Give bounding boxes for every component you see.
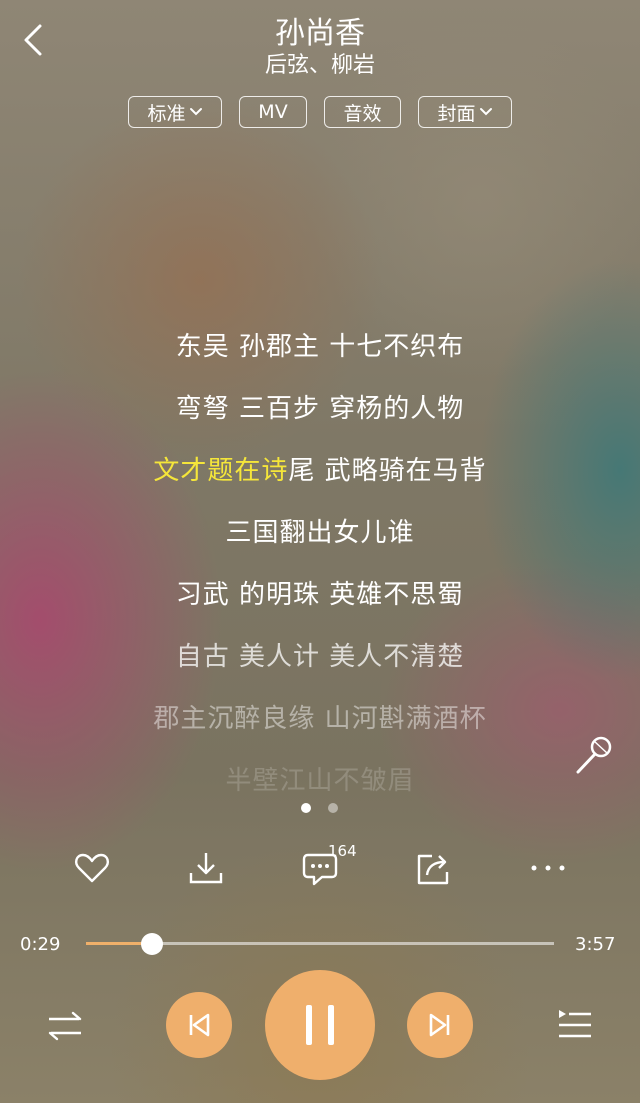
lyric-line[interactable]: 三国翻出女儿谁 [0,512,640,549]
share-button[interactable] [414,848,454,888]
more-button[interactable] [528,848,568,888]
share-icon [417,854,449,885]
download-icon [189,853,223,884]
next-icon [429,1013,450,1037]
total-time: 3:57 [575,934,616,955]
previous-icon [189,1013,210,1037]
karaoke-button[interactable] [570,734,616,780]
mv-label: MV [258,101,288,123]
lyric-line[interactable]: 郡主沉醉良缘 山河斟满酒杯 [0,698,640,735]
sound-effect-button[interactable]: 音效 [324,96,401,128]
pause-icon [306,1005,334,1045]
lyric-line[interactable]: 自古 美人计 美人不清楚 [0,636,640,673]
cover-selector[interactable]: 封面 [418,96,512,128]
comment-count: 164 [328,842,357,860]
song-title: 孙尚香 [275,16,365,51]
chevron-down-icon [189,108,202,116]
lyric-sung-part: 文才题在诗 [153,456,289,486]
lyric-line[interactable]: 习武 的明珠 英雄不思蜀 [0,574,640,611]
microphone-icon [576,736,612,774]
download-button[interactable] [186,848,226,888]
song-artist: 后弦、柳岩 [264,53,375,78]
pause-button[interactable] [265,970,375,1080]
shuffle-icon [48,1011,82,1041]
page-indicator[interactable] [328,803,338,813]
quality-selector[interactable]: 标准 [128,96,222,128]
lyric-line[interactable]: 半壁江山不皱眉 [0,760,640,797]
more-icon [531,865,565,871]
previous-button[interactable] [166,992,232,1058]
progress-knob[interactable] [140,933,163,955]
cover-label: 封面 [437,102,476,125]
lyric-line[interactable]: 弯弩 三百步 穿杨的人物 [0,388,640,425]
current-time: 0:29 [20,934,61,955]
lyric-line[interactable]: 东吴 孙郡主 十七不织布 [0,326,640,363]
like-button[interactable] [72,848,112,888]
playlist-button[interactable] [554,1005,596,1047]
play-mode-button[interactable] [44,1005,86,1047]
lyric-line-current[interactable]: 文才题在诗尾 武略骑在马背 [0,450,640,487]
quality-label: 标准 [147,102,186,125]
lyric-unsung-part: 尾 武略骑在马背 [288,456,487,486]
mv-button[interactable]: MV [239,96,307,128]
playlist-icon [559,1010,591,1038]
chevron-down-icon [479,108,492,116]
heart-icon [75,853,109,883]
next-button[interactable] [407,992,473,1058]
page-indicator-active[interactable] [301,803,311,813]
sound-effect-label: 音效 [343,102,382,125]
player-screen: 孙尚香 后弦、柳岩 标准 MV 音效 封面 东吴 孙郡主 十七不织布 弯弩 三百… [0,0,640,1103]
